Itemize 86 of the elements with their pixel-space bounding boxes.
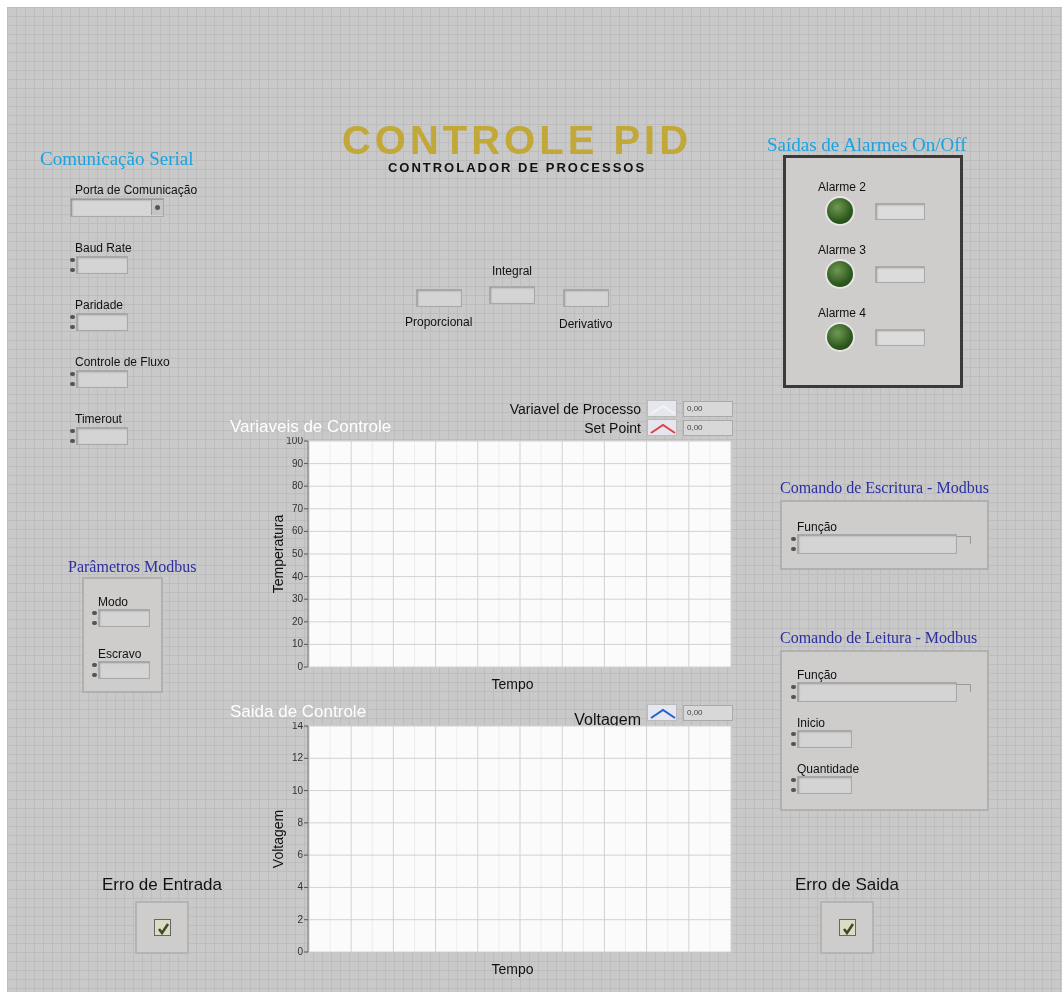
tick-label: 60 [291,525,303,537]
tick-label: 20 [291,615,303,627]
tick-label: 0 [297,661,303,672]
chart-title: Variaveis de Controle [230,417,392,437]
numeric-field[interactable] [76,256,128,274]
tick-label: 4 [297,881,303,893]
legend-label: Voltagem [574,711,641,728]
spinner-icon[interactable] [92,611,97,625]
axis-title: Tempo [491,960,534,979]
tick-label: 8 [297,816,303,828]
legend-readout: 0,00 [683,419,733,436]
indicator-label: Erro de Entrada [102,874,222,896]
indicator-label: Erro de Saida [795,874,899,896]
check-icon [153,918,171,936]
spinner-icon[interactable] [70,258,75,272]
tick-label: 40 [291,570,303,582]
field-label: Função [797,668,839,682]
ring-field[interactable] [797,682,957,702]
tick-label: 12 [291,752,303,764]
tick-label: 100 [286,437,303,446]
tick-label: 10 [291,638,303,650]
field-label: Proporcional [405,314,473,331]
numeric-field[interactable] [76,427,128,445]
numeric-field[interactable] [797,776,852,794]
spinner-icon[interactable] [791,685,796,699]
numeric-field[interactable] [76,370,128,388]
alarm-label: Alarme 4 [818,306,868,320]
tick-label: 30 [291,593,303,605]
field-label: Paridade [75,298,125,313]
spinner-icon[interactable] [70,372,75,386]
tick-label: 90 [291,457,303,469]
section-heading: Saídas de Alarmes On/Off [767,133,967,157]
field-label: Inicio [797,716,826,730]
chart-title: Saida de Controle [230,702,367,722]
axis-title: Temperatura [270,514,286,594]
app-subtitle: CONTROLADOR DE PROCESSOS [387,161,647,175]
legend-label: Variavel de Processo [509,401,641,416]
dropdown-field[interactable] [70,198,164,217]
numeric-readout [875,202,925,220]
section-heading: Comando de Escritura - Modbus [780,478,989,498]
tick-label: 0 [297,946,303,957]
spinner-icon[interactable] [92,663,97,677]
tick-label: 6 [297,849,303,861]
field-label: Timerout [75,412,123,427]
tick-label: 50 [291,548,303,559]
alarm-label: Alarme 3 [818,243,868,257]
spinner-icon[interactable] [791,778,796,792]
tick-label: 2 [297,913,303,925]
numeric-readout [875,328,925,346]
numeric-field[interactable] [98,609,150,627]
axis-title: Tempo [491,675,534,694]
legend-readout: 0,00 [683,704,733,721]
section-heading: Comunicação Serial [40,147,194,171]
field-label: Baud Rate [75,241,133,256]
field-label: Derivativo [559,316,613,333]
ring-field[interactable] [797,534,957,554]
numeric-field[interactable] [797,730,852,748]
spinner-icon[interactable] [791,732,796,746]
tick-label: 14 [291,722,303,731]
numeric-field[interactable] [562,289,609,307]
app-title: CONTROLE PID [341,119,693,161]
field-label: Função [797,520,839,534]
field-label: Controle de Fluxo [75,355,171,370]
numeric-field[interactable] [76,313,128,331]
field-label: Porta de Comunicação [75,183,198,198]
section-heading: Parâmetros Modbus [68,557,197,577]
field-label: Modo [98,595,130,609]
spinner-icon[interactable] [70,315,75,329]
check-icon [838,918,856,936]
tick-label: 10 [291,784,303,796]
spinner-icon[interactable] [70,429,75,443]
axis-title: Voltagem [270,809,286,869]
legend-label: Set Point [584,420,641,435]
tick-label: 70 [291,502,303,514]
field-label: Integral [492,263,532,280]
legend-readout: 0,00 [683,400,733,417]
section-heading: Comando de Leitura - Modbus [780,628,979,648]
tick-label: 80 [291,480,303,492]
numeric-field[interactable] [489,286,535,304]
numeric-field[interactable] [98,661,150,679]
alarm-label: Alarme 2 [818,180,868,194]
field-label: Escravo [98,647,143,661]
numeric-readout [875,265,925,283]
spinner-icon[interactable] [791,537,796,551]
field-label: Quantidade [797,762,861,776]
numeric-field[interactable] [415,289,462,307]
